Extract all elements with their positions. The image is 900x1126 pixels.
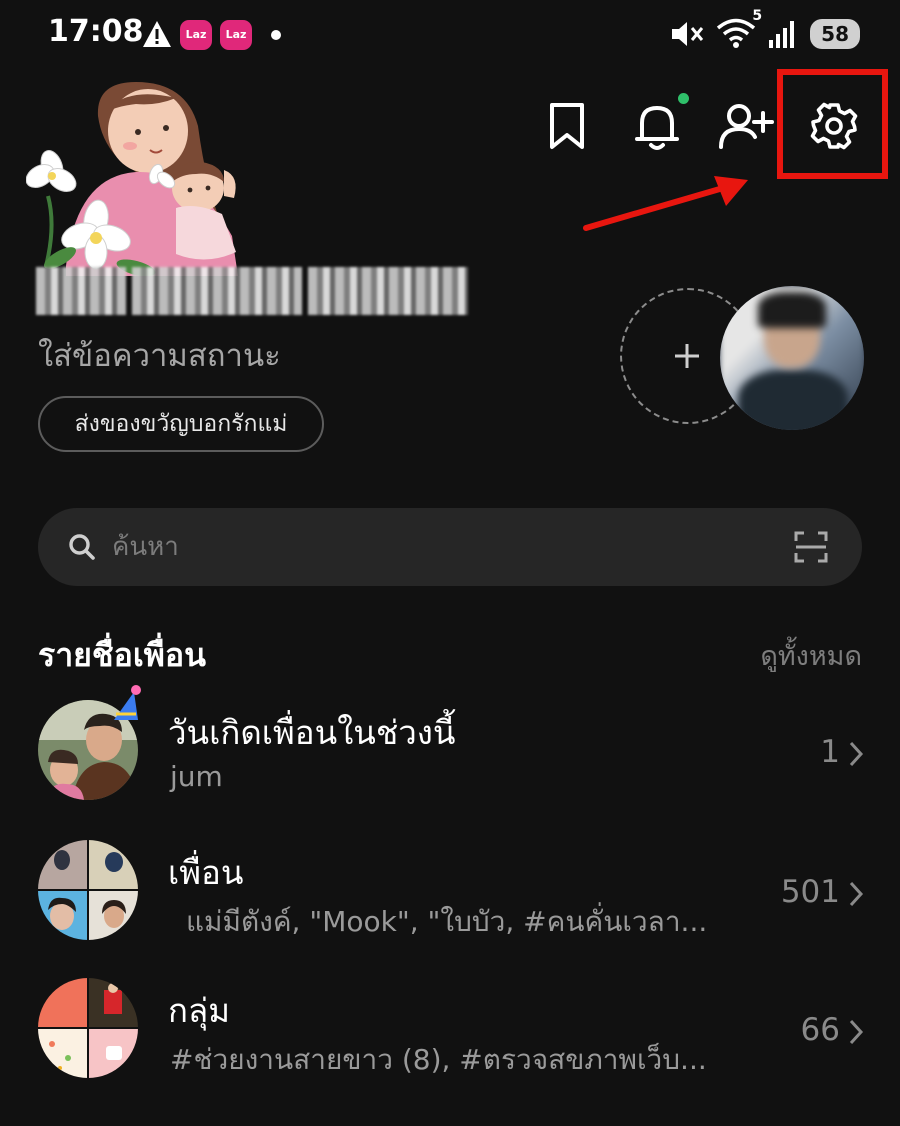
lazada-notification-icon: Laz [180, 20, 212, 50]
row-subtitle: #ช่วยงานสายขาว (8), #ตรวจสขภาพเว็บ... [170, 1043, 707, 1076]
row-subtitle: jum [170, 760, 223, 793]
row-count: 66 [800, 1012, 840, 1048]
status-right: 5 58 [670, 8, 860, 54]
qr-scan-icon[interactable] [794, 530, 828, 564]
add-friend-button[interactable] [716, 96, 776, 156]
friends-avatar-collage [38, 840, 138, 940]
friends-section-title: รายชื่อเพื่อน [38, 636, 206, 674]
row-subtitle: แม่มีตังค์, "Mook", "ใบบัว, #คนคั่นเวลา.… [186, 905, 708, 938]
row-count: 1 [820, 734, 840, 770]
search-bar[interactable] [38, 508, 862, 586]
groups-avatar-collage [38, 978, 138, 1078]
add-friend-icon [719, 104, 774, 149]
status-time: 17:08 [48, 14, 144, 49]
row-title: เพื่อน [168, 853, 244, 892]
warning-icon [143, 21, 171, 47]
wifi-tag: 5 [752, 8, 763, 24]
bookmark-icon [550, 103, 584, 149]
mute-icon [672, 22, 704, 46]
row-title: กลุ่ม [168, 991, 230, 1030]
profile-name-redacted [36, 263, 468, 319]
wifi-icon [717, 18, 756, 48]
battery-indicator: 58 [810, 19, 860, 49]
list-item-groups[interactable]: กลุ่ม #ช่วยงานสายขาว (8), #ตรวจสขภาพเว็บ… [0, 978, 900, 1088]
settings-highlight-box [777, 69, 888, 179]
notifications-button[interactable] [627, 96, 687, 156]
bookmark-button[interactable] [537, 96, 597, 156]
party-hat-icon [114, 685, 141, 720]
chevron-right-icon [849, 741, 864, 767]
chevron-right-icon [849, 881, 864, 907]
wifi-indicator: 5 [716, 8, 762, 52]
screen: 17:08 Laz Laz 5 58 ใส่ข้อความสถานะ ส่งขอ… [0, 0, 900, 1126]
plus-icon [675, 344, 699, 368]
row-title: วันเกิดเพื่อนในช่วงนี้ [168, 713, 456, 752]
status-message[interactable]: ใส่ข้อความสถานะ [38, 330, 281, 380]
search-input[interactable] [110, 531, 754, 563]
gift-button[interactable]: ส่งของขวัญบอกรักแม่ [38, 396, 324, 452]
profile-cover-sticker [26, 82, 238, 276]
profile-avatar[interactable] [720, 286, 864, 430]
chevron-right-icon [849, 1019, 864, 1045]
list-item-birthdays[interactable]: วันเกิดเพื่อนในช่วงนี้ jum 1 [0, 685, 900, 810]
more-notifications-dot [271, 30, 281, 40]
notification-dot [678, 93, 689, 104]
bell-icon [635, 106, 679, 150]
list-item-friends[interactable]: เพื่อน แม่มีตังค์, "Mook", "ใบบัว, #คนคั… [0, 840, 900, 950]
see-all-link[interactable]: ดูทั้งหมด [760, 634, 862, 677]
signal-icon [769, 21, 795, 48]
red-arrow-annotation [583, 176, 748, 231]
row-count: 501 [780, 874, 840, 910]
search-icon [68, 533, 96, 561]
lazada-notification-icon: Laz [220, 20, 252, 50]
